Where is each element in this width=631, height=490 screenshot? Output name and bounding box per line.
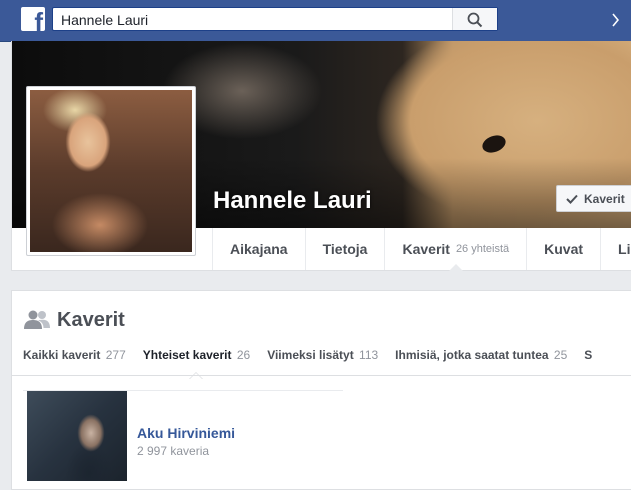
profile-nav: Aikajana Tietoja Kaverit 26 yhteistä Kuv… [212,228,631,271]
filter-count: 277 [105,348,126,362]
search-bar[interactable]: Hannele Lauri [52,7,498,31]
friend-avatar[interactable] [27,391,127,481]
cover-detail [479,132,509,156]
filter-count: 113 [359,348,379,362]
check-icon [566,194,578,204]
tab-label: Li [618,241,631,257]
filter-label: Kaikki kaverit [23,348,101,362]
tab-label: Tietoja [322,241,368,257]
filter-label: Ihmisiä, jotka saatat tuntea [395,348,549,362]
filter-all-friends[interactable]: Kaikki kaverit 277 [23,348,126,362]
tab-more[interactable]: Li [600,228,631,270]
active-tab-indicator [448,264,463,271]
profile-name[interactable]: Hannele Lauri [213,187,372,215]
friends-filters: Kaikki kaverit 277 Yhteiset kaverit 26 V… [23,348,609,379]
friends-heading: Kaverit [57,309,125,331]
tab-timeline[interactable]: Aikajana [212,228,305,270]
tab-count: 26 yhteistä [455,243,510,255]
friends-icon [24,310,50,329]
tab-friends[interactable]: Kaverit 26 yhteistä [384,228,526,271]
filter-people-you-may-know[interactable]: Ihmisiä, jotka saatat tuntea 25 [395,348,567,362]
tab-photos[interactable]: Kuvat [526,228,600,270]
friend-count: 2 997 kaveria [137,444,210,458]
friends-section: Kaverit Kaikki kaverit 277 Yhteiset kave… [11,290,631,490]
search-icon [467,12,483,28]
filter-label: Yhteiset kaverit [142,348,232,362]
friend-status-button[interactable]: Kaverit [556,185,631,212]
friend-name[interactable]: Aku Hirviniemi [137,425,235,441]
chevron-right-icon[interactable] [612,13,619,27]
filter-mutual-friends[interactable]: Yhteiset kaverit 26 [142,348,251,379]
tab-label: Kuvat [544,241,584,257]
tab-label: Kaverit [402,241,450,257]
facebook-logo-icon[interactable]: f [21,7,45,31]
profile-picture[interactable] [26,86,196,256]
filter-count: 26 [236,348,251,362]
logo-letter: f [34,7,43,31]
search-input[interactable]: Hannele Lauri [61,12,148,28]
filter-count: 25 [553,348,568,362]
profile-picture-image [30,90,192,252]
friend-status-label: Kaverit [584,192,625,206]
filters-divider [12,375,631,376]
friend-list-item: Aku Hirviniemi 2 997 kaveria [27,391,357,481]
filter-more[interactable]: S [584,348,592,362]
top-bar: f Hannele Lauri [0,0,631,42]
tab-label: Aikajana [230,241,288,257]
filter-label: Viimeksi lisätyt [267,348,354,362]
profile-header: Hannele Lauri Kaverit Aikajana Tietoja K… [11,41,631,271]
search-button[interactable] [452,8,497,30]
filter-recently-added[interactable]: Viimeksi lisätyt 113 [267,348,378,362]
tab-about[interactable]: Tietoja [304,228,385,270]
filter-label: S [584,348,593,362]
